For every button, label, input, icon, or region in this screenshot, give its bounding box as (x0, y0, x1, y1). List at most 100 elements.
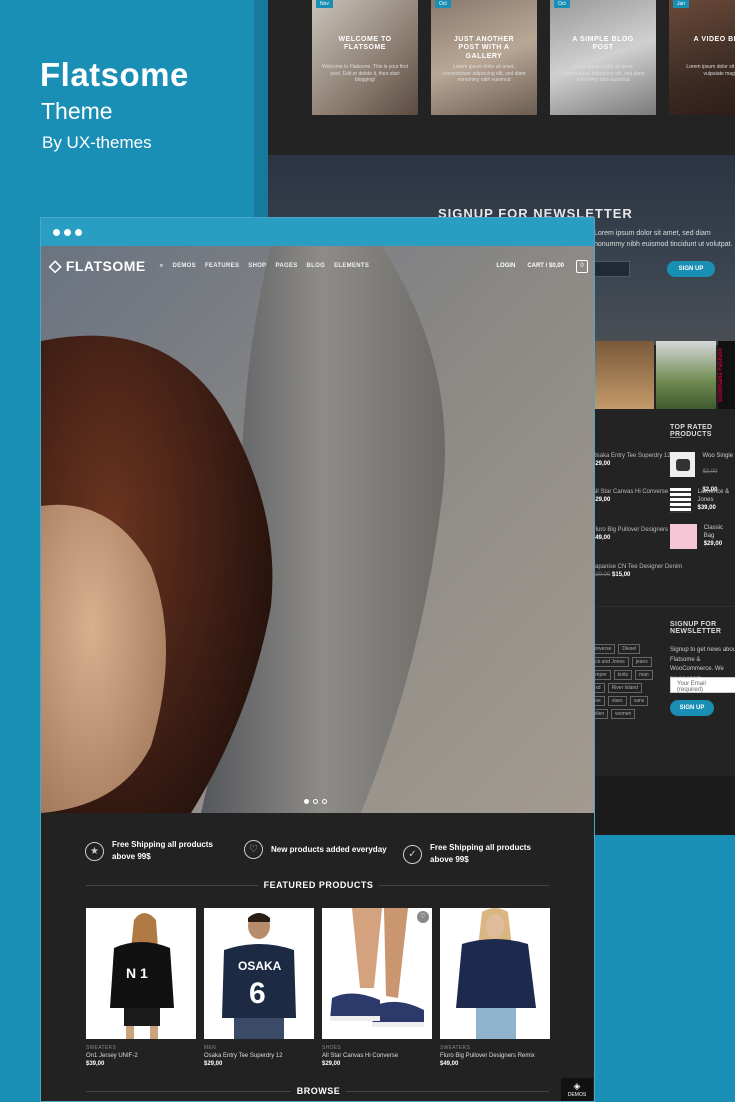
cart-icon[interactable]: 0 (576, 259, 588, 273)
top-rated-item[interactable]: Lawrence & Jones $39,00 (670, 488, 735, 513)
tag[interactable]: Diesel (618, 644, 641, 654)
tag[interactable]: River Island (607, 683, 642, 693)
blog-title[interactable]: JUST ANOTHER POST WITH A GALLERY (431, 36, 537, 61)
featured-products-label: FEATURED PRODUCTS (257, 880, 380, 890)
product-grid: N 1 SWEATERS On1 Jersey UNIF-2 $39,00 OS… (86, 908, 550, 1067)
blog-row: Nov WELCOME TO FLATSOME Welcome to Flats… (312, 0, 735, 115)
site-logo[interactable]: ◇ FLATSOME (49, 256, 146, 276)
blog-card[interactable]: Jan A VIDEO BLOG Lorem ipsum dolor sit a… (669, 0, 735, 115)
instagram-photo[interactable]: Goldmarie Fashion (718, 341, 735, 409)
blog-title[interactable]: A SIMPLE BLOG POST (550, 36, 656, 53)
menu-item-elements[interactable]: ELEMENTS (334, 263, 369, 269)
newsletter-text: Lorem ipsum dolor sit amet, sed diam non… (594, 230, 733, 249)
cart-link[interactable]: CART / $0,00 (527, 263, 564, 269)
latest-product[interactable]: All Star Canvas Hi Converse $29,00 (592, 488, 668, 505)
menu-item-shop[interactable]: SHOP (248, 263, 266, 269)
instagram-photo[interactable] (656, 341, 716, 409)
login-link[interactable]: LOGIN (496, 263, 515, 269)
menu-item-demos[interactable]: DEMOS (172, 263, 196, 269)
slider-dot[interactable] (304, 799, 309, 804)
latest-product-name[interactable]: Japanise CN Tee Designer Denim (592, 563, 682, 571)
slider-dot[interactable] (313, 799, 318, 804)
product-card[interactable]: OSAKA 6 MEN Osaka Entry Tee Superdry 12 … (204, 908, 314, 1067)
product-price: $29,00 (703, 540, 723, 547)
date-badge: Nov (316, 0, 333, 8)
feature-text: Free Shipping all products above 99$ (112, 840, 213, 861)
product-thumb[interactable] (670, 488, 691, 513)
demos-icon: ◈ (573, 1081, 581, 1091)
hero-slider[interactable]: ◇ FLATSOME ⌕ DEMOS FEATURES SHOP PAGES B… (41, 246, 594, 813)
product-thumb[interactable] (670, 524, 697, 549)
date-badge: Oct (435, 0, 451, 8)
menu-item-blog[interactable]: BLOG (307, 263, 326, 269)
heart-icon: ♡ (244, 840, 263, 859)
date-badge: Jan (673, 0, 690, 8)
product-name[interactable]: Woo Single (702, 452, 735, 460)
product-name[interactable]: Lawrence & Jones (698, 488, 735, 505)
latest-product-price: $29,00 (592, 497, 611, 504)
star-icon: ★ (85, 841, 104, 861)
product-card[interactable]: SWEATERS Fluro Big Pullover Designers Re… (440, 908, 550, 1067)
product-name[interactable]: All Star Canvas Hi Converse (322, 1053, 432, 1059)
product-category[interactable]: SWEATERS (86, 1045, 196, 1051)
signup-button[interactable]: SIGN UP (670, 700, 714, 716)
hero-image (41, 246, 594, 813)
svg-text:N 1: N 1 (126, 965, 148, 981)
blog-excerpt: Lorem ipsum dolor sit amet, sed vulputat… (686, 64, 735, 77)
svg-text:6: 6 (249, 977, 266, 1010)
top-rated-item[interactable]: Classic Bag $29,00 (670, 524, 735, 549)
menu-item-pages[interactable]: PAGES (275, 263, 297, 269)
product-name[interactable]: Fluro Big Pullover Designers Remix (440, 1053, 550, 1059)
newsletter-email-input[interactable] (594, 261, 630, 277)
slider-dots (304, 799, 327, 804)
product-image[interactable]: OSAKA 6 (204, 908, 314, 1039)
latest-product[interactable]: Osaka Entry Tee Superdry 12 $29,00 (592, 452, 671, 469)
product-price: $49,00 (440, 1061, 459, 1067)
signup-email-input[interactable]: Your Email (required) (670, 677, 735, 693)
product-image[interactable]: N 1 (86, 908, 196, 1039)
feature-item: ★ Free Shipping all products above 99$ (85, 839, 232, 863)
tag[interactable]: jeans (631, 657, 652, 667)
tag[interactable]: stars (607, 696, 627, 706)
tag[interactable]: man (634, 670, 653, 680)
feature-item: ♡ New products added everyday (244, 840, 391, 859)
tag[interactable]: knits (613, 670, 632, 680)
product-price: $39,00 (697, 504, 716, 511)
product-image[interactable]: ♡ (322, 908, 432, 1039)
tag[interactable]: women (611, 709, 636, 719)
blog-card[interactable]: Nov WELCOME TO FLATSOME Welcome to Flats… (312, 0, 418, 115)
newsletter-signup-button[interactable]: SIGN UP (667, 261, 715, 277)
tag[interactable]: vans (629, 696, 649, 706)
instagram-photo[interactable] (594, 341, 654, 409)
product-thumb[interactable] (670, 452, 696, 477)
window-dot (64, 228, 71, 236)
window-dot (75, 228, 82, 236)
featured-products-title: FEATURED PRODUCTS (41, 880, 594, 890)
blog-title[interactable]: WELCOME TO FLATSOME (312, 36, 418, 53)
product-category[interactable]: SWEATERS (440, 1045, 550, 1051)
product-old-price: $3,00 (702, 469, 718, 476)
window-dot (53, 228, 60, 236)
latest-product[interactable]: Japanise CN Tee Designer Denim $20,00 $1… (592, 563, 682, 580)
brand-author: By UX-themes (42, 133, 152, 152)
demos-button[interactable]: ◈ DEMOS (561, 1078, 593, 1101)
product-name[interactable]: Classic Bag (704, 524, 735, 541)
demos-label: DEMOS (567, 1092, 587, 1098)
product-name[interactable]: Osaka Entry Tee Superdry 12 (204, 1053, 314, 1059)
menu-item-features[interactable]: FEATURES (205, 263, 239, 269)
product-card[interactable]: ♡ SHOES All Star Canvas Hi Converse $29,… (322, 908, 432, 1067)
check-icon: ✓ (403, 844, 422, 864)
latest-product-name[interactable]: All Star Canvas Hi Converse (592, 488, 668, 496)
heart-icon[interactable]: ♡ (417, 911, 429, 923)
blog-card[interactable]: Oct JUST ANOTHER POST WITH A GALLERY Lor… (431, 0, 537, 115)
slider-dot[interactable] (322, 799, 327, 804)
blog-title[interactable]: A VIDEO BLOG (669, 36, 735, 44)
product-name[interactable]: On1 Jersey UNIF-2 (86, 1053, 196, 1059)
product-category[interactable]: SHOES (322, 1045, 432, 1051)
search-icon[interactable]: ⌕ (160, 263, 164, 270)
latest-product-name[interactable]: Osaka Entry Tee Superdry 12 (592, 452, 671, 460)
product-category[interactable]: MEN (204, 1045, 314, 1051)
blog-card[interactable]: Oct A SIMPLE BLOG POST Lorem ipsum dolor… (550, 0, 656, 115)
product-image[interactable] (440, 908, 550, 1039)
product-card[interactable]: N 1 SWEATERS On1 Jersey UNIF-2 $39,00 (86, 908, 196, 1067)
